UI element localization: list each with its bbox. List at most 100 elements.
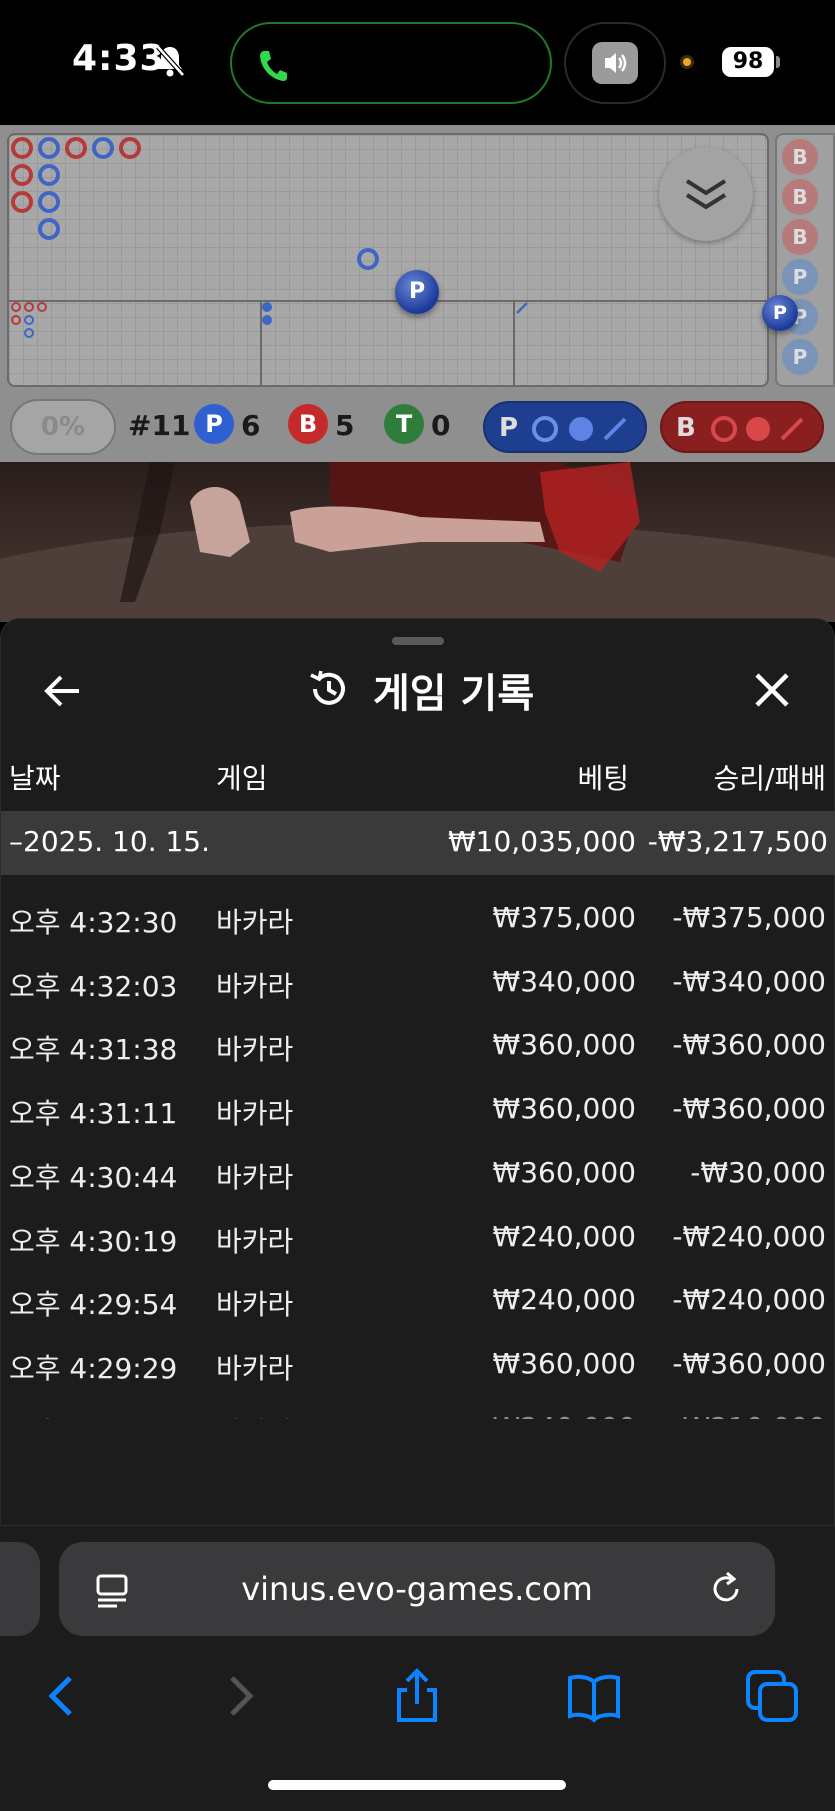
history-row[interactable]: 오후 4:32:30 바카라 ₩375,000 -₩375,000 (1, 889, 835, 953)
row-game: 바카라 (216, 1288, 294, 1322)
road-banker-mark (11, 164, 33, 186)
screen: 4:33 98 P B B B P P P P 0% #11 P 6 B 5 T… (0, 0, 835, 1811)
small-road-mark (37, 302, 47, 312)
row-result: -₩240,000 (672, 1219, 826, 1253)
row-game: 바카라 (216, 1411, 293, 1419)
row-time: 오후 4:29:29 (9, 1351, 178, 1385)
roadmap-stats: 0% #11 P 6 B 5 T 0 P B (0, 387, 835, 462)
banker-count-badge: B (288, 404, 328, 444)
bead-road-grid (7, 133, 769, 387)
row-result: -₩360,000 (672, 1346, 826, 1380)
history-icon (307, 667, 351, 715)
banker-predict-marks-icon (711, 416, 804, 442)
banker-predict-button[interactable]: B (660, 401, 824, 453)
row-time: 오후 4:30:19 (9, 1224, 178, 1258)
history-row[interactable]: 오후 4:29:29 바카라 ₩360,000 -₩360,000 (1, 1335, 835, 1399)
close-button[interactable] (749, 667, 795, 713)
row-time: 오후 4:30:44 (9, 1160, 178, 1194)
close-icon (755, 673, 789, 707)
small-road-mark (24, 315, 34, 325)
side-banker-mark: B (782, 139, 818, 175)
row-bet: ₩360,000 (492, 1092, 636, 1126)
history-row[interactable]: 오후 4:31:11 바카라 ₩360,000 -₩360,000 (1, 1080, 835, 1144)
share-button[interactable] (387, 1666, 447, 1726)
road-banker-mark (11, 137, 33, 159)
column-header-date: 날짜 (9, 762, 61, 795)
column-header-bet: 베팅 (577, 762, 629, 795)
road-banker-mark (65, 137, 87, 159)
small-road-mark (11, 315, 21, 325)
road-player-mark (38, 137, 60, 159)
player-predict-marks-icon (532, 416, 627, 442)
battery-tip (776, 56, 780, 68)
baccarat-roadmap: P B B B P P P P 0% #11 P 6 B 5 T 0 P B (0, 125, 835, 462)
side-banker-mark: B (782, 179, 818, 215)
chevron-down-icon (685, 179, 727, 210)
road-player-mark (38, 191, 60, 213)
road-banker-mark (11, 191, 33, 213)
row-bet: ₩240,000 (492, 1219, 636, 1253)
share-icon (397, 1668, 437, 1722)
bell-muted-icon (155, 44, 185, 82)
tabs-button[interactable] (742, 1666, 802, 1726)
small-road-slash (516, 302, 528, 314)
row-bet: ₩360,000 (492, 1155, 636, 1189)
road-player-mark (38, 218, 60, 240)
small-road-dot (262, 302, 272, 312)
back-button[interactable] (41, 669, 85, 713)
current-result-ball: P (395, 270, 439, 314)
history-list: 오후 4:32:30 바카라 ₩375,000 -₩375,000 오후 4:32:03… (1, 889, 835, 1419)
previous-tab-preview[interactable] (0, 1542, 40, 1636)
road-banker-mark (119, 137, 141, 159)
player-predict-button[interactable]: P (483, 401, 647, 453)
address-bar[interactable]: vinus.evo-games.com (59, 1542, 775, 1636)
row-bet: ₩240,000 (493, 1411, 636, 1419)
row-bet: ₩375,000 (492, 901, 636, 934)
banker-count: 5 (335, 409, 355, 442)
game-history-sheet: 게임 기록 날짜 게임 베팅 승리/패배 –2025. 10. 15. ₩10,… (0, 618, 835, 1526)
collapse-roadmap-button[interactable] (659, 147, 753, 241)
history-row[interactable]: 오후 4:29:03 바카라 ₩240,000 ₩210,000 (1, 1399, 835, 1419)
percent-toggle[interactable]: 0% (10, 399, 116, 455)
browser-toolbar: vinus.evo-games.com (0, 1526, 835, 1811)
sheet-grabber[interactable] (392, 637, 444, 645)
row-time: 오후 4:31:11 (9, 1097, 178, 1131)
row-time: 오후 4:31:38 (9, 1033, 178, 1067)
history-row[interactable]: 오후 4:30:44 바카라 ₩360,000 -₩30,000 (1, 1144, 835, 1208)
row-result: -₩240,000 (672, 1283, 826, 1317)
player-count: 6 (241, 409, 261, 442)
row-result: -₩375,000 (672, 901, 826, 934)
row-result: -₩340,000 (672, 964, 826, 998)
row-result: ₩210,000 (683, 1411, 826, 1419)
status-time: 4:33 (72, 38, 166, 79)
back-nav-button[interactable] (32, 1666, 92, 1726)
road-player-mark (357, 248, 379, 270)
small-road-mark (24, 328, 34, 338)
tabs-icon (746, 1670, 798, 1722)
column-header-game: 게임 (216, 762, 268, 795)
row-time: 오후 4:32:30 (9, 906, 178, 939)
row-game: 바카라 (216, 906, 294, 939)
row-game: 바카라 (216, 1160, 294, 1194)
sheet-title: 게임 기록 (373, 671, 535, 717)
row-game: 바카라 (216, 1033, 294, 1067)
day-summary-row[interactable]: –2025. 10. 15. ₩10,035,000 -₩3,217,500 (1, 811, 835, 875)
home-indicator[interactable] (268, 1780, 566, 1790)
chevron-right-icon (230, 1676, 254, 1716)
row-game: 바카라 (216, 1224, 294, 1258)
road-marks (9, 137, 767, 385)
phone-icon (258, 48, 288, 86)
forward-nav-button[interactable] (210, 1666, 270, 1726)
history-row[interactable]: 오후 4:29:54 바카라 ₩240,000 -₩240,000 (1, 1271, 835, 1335)
bookmarks-button[interactable] (564, 1666, 624, 1726)
day-date: –2025. 10. 15. (9, 825, 211, 858)
row-game: 바카라 (216, 1097, 294, 1131)
round-number: #11 (128, 409, 191, 442)
history-row[interactable]: 오후 4:31:38 바카라 ₩360,000 -₩360,000 (1, 1016, 835, 1080)
history-row[interactable]: 오후 4:32:03 바카라 ₩340,000 -₩340,000 (1, 953, 835, 1017)
predict-column: B B B P P P (775, 133, 835, 387)
reload-icon[interactable] (707, 1570, 745, 1612)
history-row[interactable]: 오후 4:30:19 바카라 ₩240,000 -₩240,000 (1, 1208, 835, 1272)
status-bar: 4:33 98 (0, 0, 835, 125)
tie-count: 0 (431, 409, 451, 442)
